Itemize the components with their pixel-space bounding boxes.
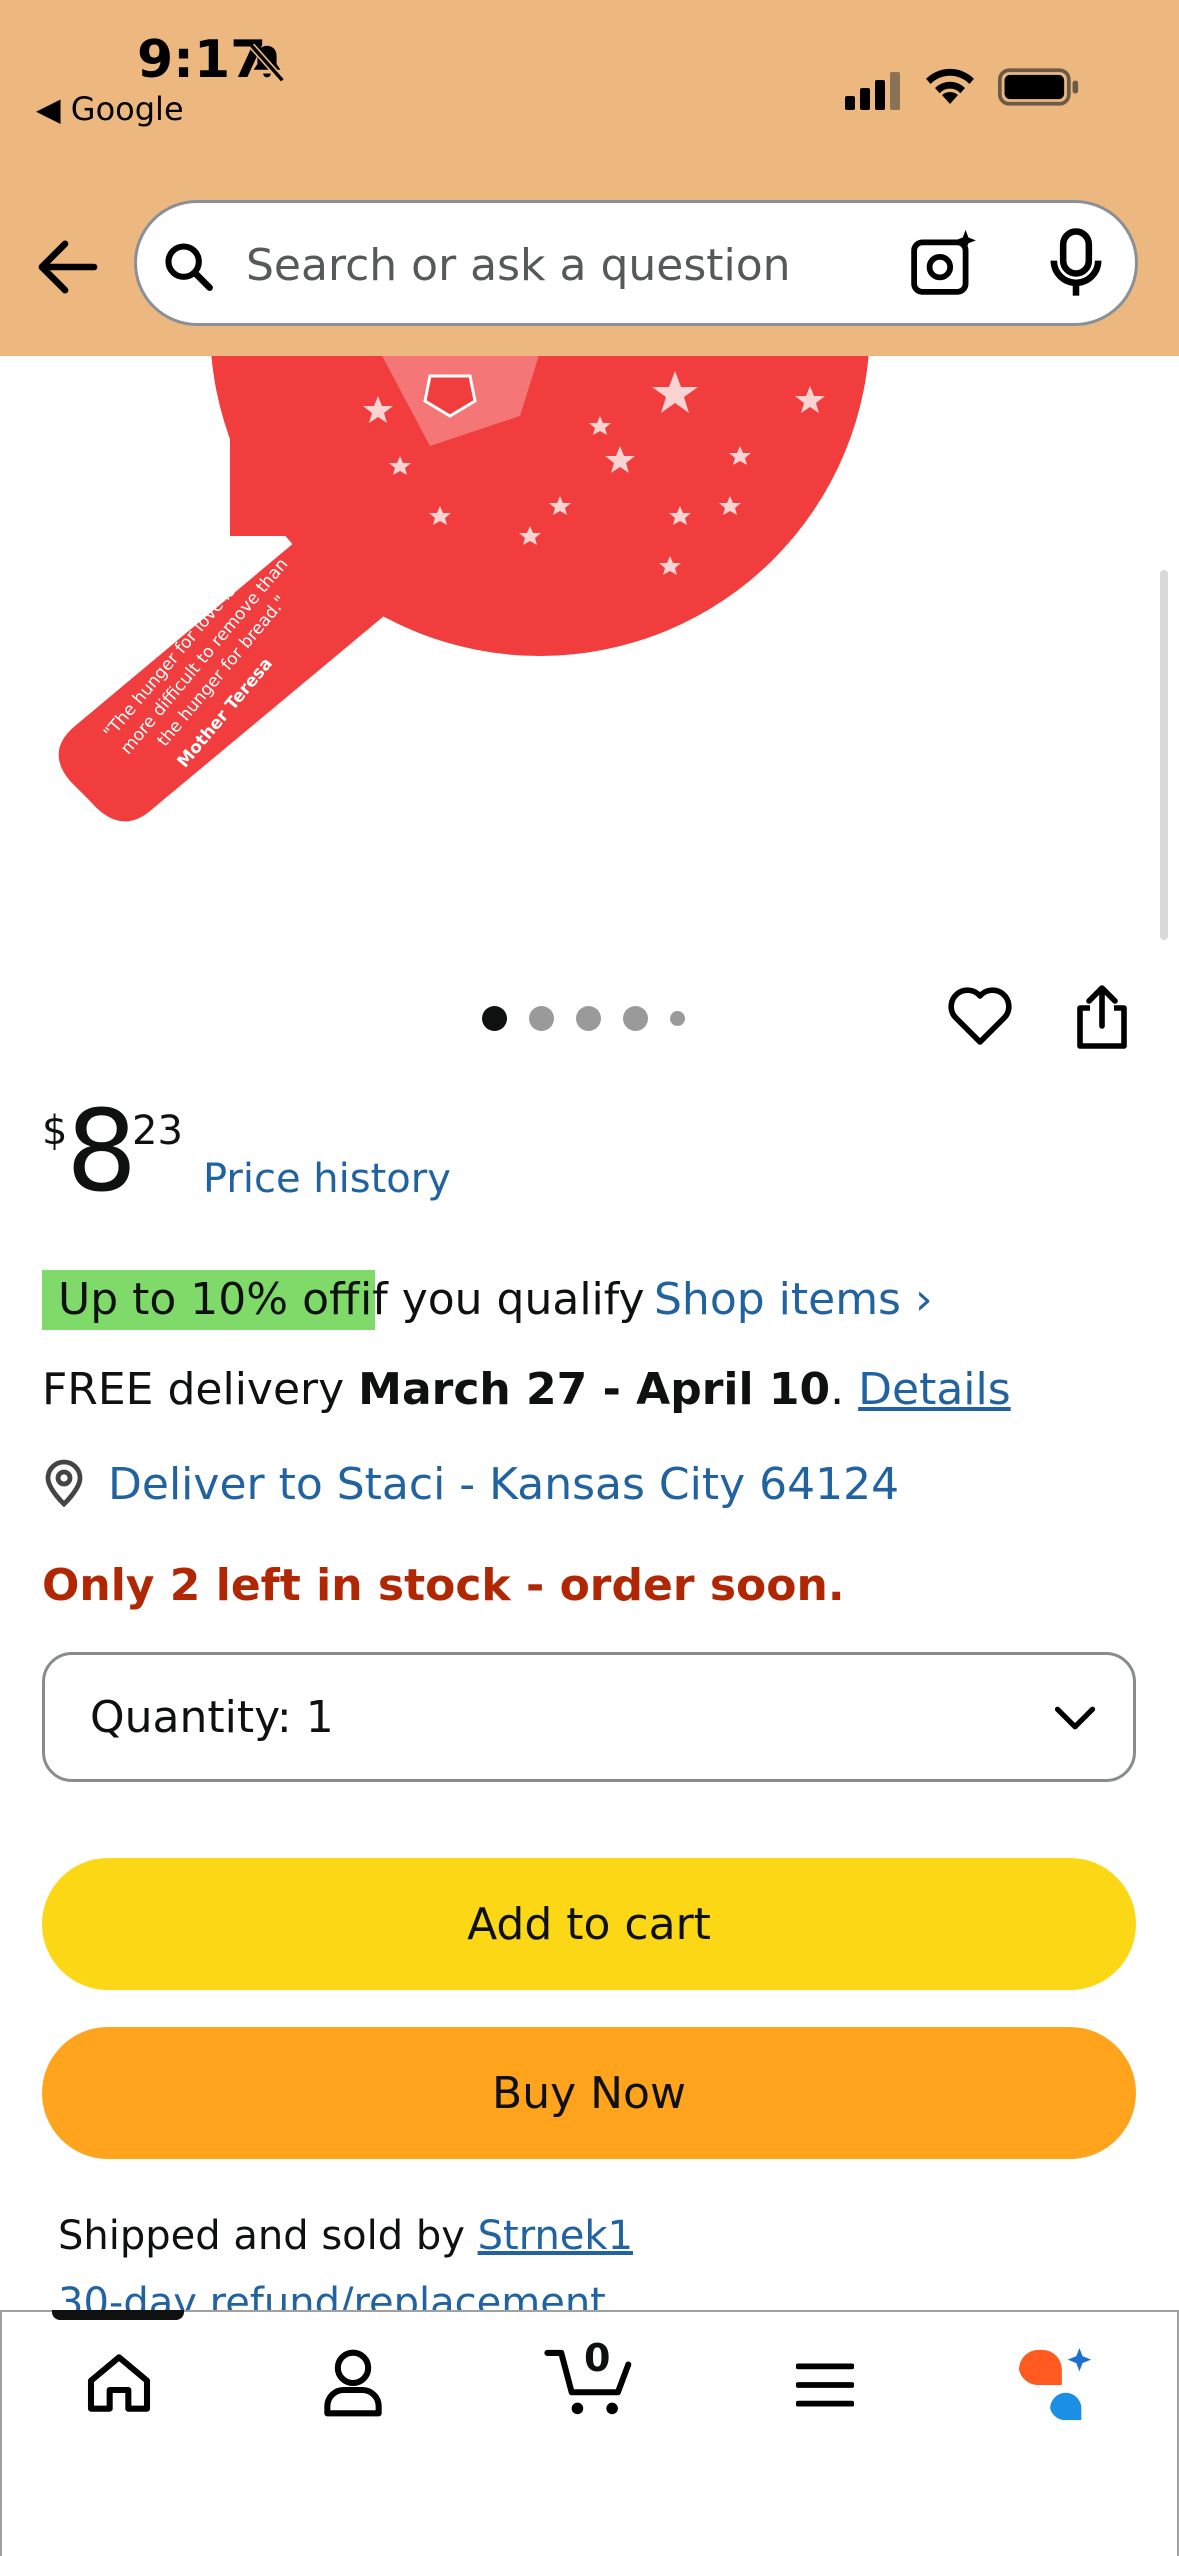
seller-info: Shipped and sold by Strnek1 xyxy=(58,2208,633,2264)
pagination-dot[interactable] xyxy=(529,1005,554,1031)
pagination-dot[interactable] xyxy=(670,1010,685,1026)
stock-warning: Only 2 left in stock - order soon. xyxy=(42,1560,845,1611)
menu-icon[interactable] xyxy=(796,2362,854,2408)
seller-prefix: Shipped and sold by xyxy=(58,2213,478,2259)
price-fraction: 23 xyxy=(132,1108,183,1154)
deliver-to-link[interactable]: Deliver to Staci - Kansas City 64124 xyxy=(108,1455,899,1515)
home-icon[interactable] xyxy=(84,2350,154,2416)
active-tab-indicator xyxy=(52,2310,184,2320)
image-pagination-dots[interactable] xyxy=(482,1003,685,1033)
wifi-icon xyxy=(926,68,974,104)
price-history-link[interactable]: Price history xyxy=(203,1156,451,1202)
camera-search-icon[interactable] xyxy=(910,228,980,298)
account-icon[interactable] xyxy=(322,2348,384,2418)
shop-items-link[interactable]: Shop items › xyxy=(654,1270,933,1330)
pagination-dot[interactable] xyxy=(623,1005,648,1031)
cellular-signal-icon xyxy=(845,72,900,110)
rufus-assistant-icon[interactable] xyxy=(1014,2346,1098,2424)
search-icon xyxy=(165,243,213,291)
scrollbar[interactable] xyxy=(1160,570,1168,940)
silent-bell-icon xyxy=(249,43,285,83)
buy-now-button[interactable]: Buy Now xyxy=(42,2027,1136,2159)
microphone-icon[interactable] xyxy=(1046,228,1106,298)
cart-count: 0 xyxy=(584,2336,611,2380)
delivery-dates: March 27 - April 10 xyxy=(358,1364,831,1415)
search-placeholder: Search or ask a question xyxy=(246,240,791,291)
delivery-details-link[interactable]: Details xyxy=(858,1364,1011,1415)
location-pin-icon xyxy=(45,1459,83,1508)
quantity-label: Quantity: 1 xyxy=(90,1688,334,1748)
back-to-app-link[interactable]: ◀ Google xyxy=(36,90,184,128)
battery-icon xyxy=(998,68,1079,106)
pagination-dot[interactable] xyxy=(482,1005,507,1031)
add-to-cart-button[interactable]: Add to cart xyxy=(42,1858,1136,1990)
price-currency: $ xyxy=(42,1108,68,1154)
delivery-info: FREE delivery March 27 - April 10. Detai… xyxy=(42,1360,1011,1420)
product-image[interactable]: "The hunger for love is much more diffic… xyxy=(0,356,1179,976)
share-icon[interactable] xyxy=(1072,984,1132,1050)
qualify-text: if you qualify xyxy=(360,1274,645,1325)
heart-icon[interactable] xyxy=(946,984,1014,1048)
price-whole: 8 xyxy=(66,1087,138,1217)
seller-link[interactable]: Strnek1 xyxy=(478,2213,633,2259)
discount-badge: Up to 10% off xyxy=(42,1270,376,1330)
chevron-down-icon xyxy=(1054,1706,1096,1730)
refund-policy-link[interactable]: 30-day refund/replacement xyxy=(58,2275,606,2311)
delivery-prefix: FREE delivery xyxy=(42,1364,359,1415)
quantity-value: 1 xyxy=(305,1692,334,1743)
back-arrow-icon[interactable] xyxy=(36,238,98,296)
pagination-dot[interactable] xyxy=(576,1005,601,1031)
delivery-separator: . xyxy=(830,1364,859,1415)
quantity-label-text: Quantity: xyxy=(90,1692,292,1743)
